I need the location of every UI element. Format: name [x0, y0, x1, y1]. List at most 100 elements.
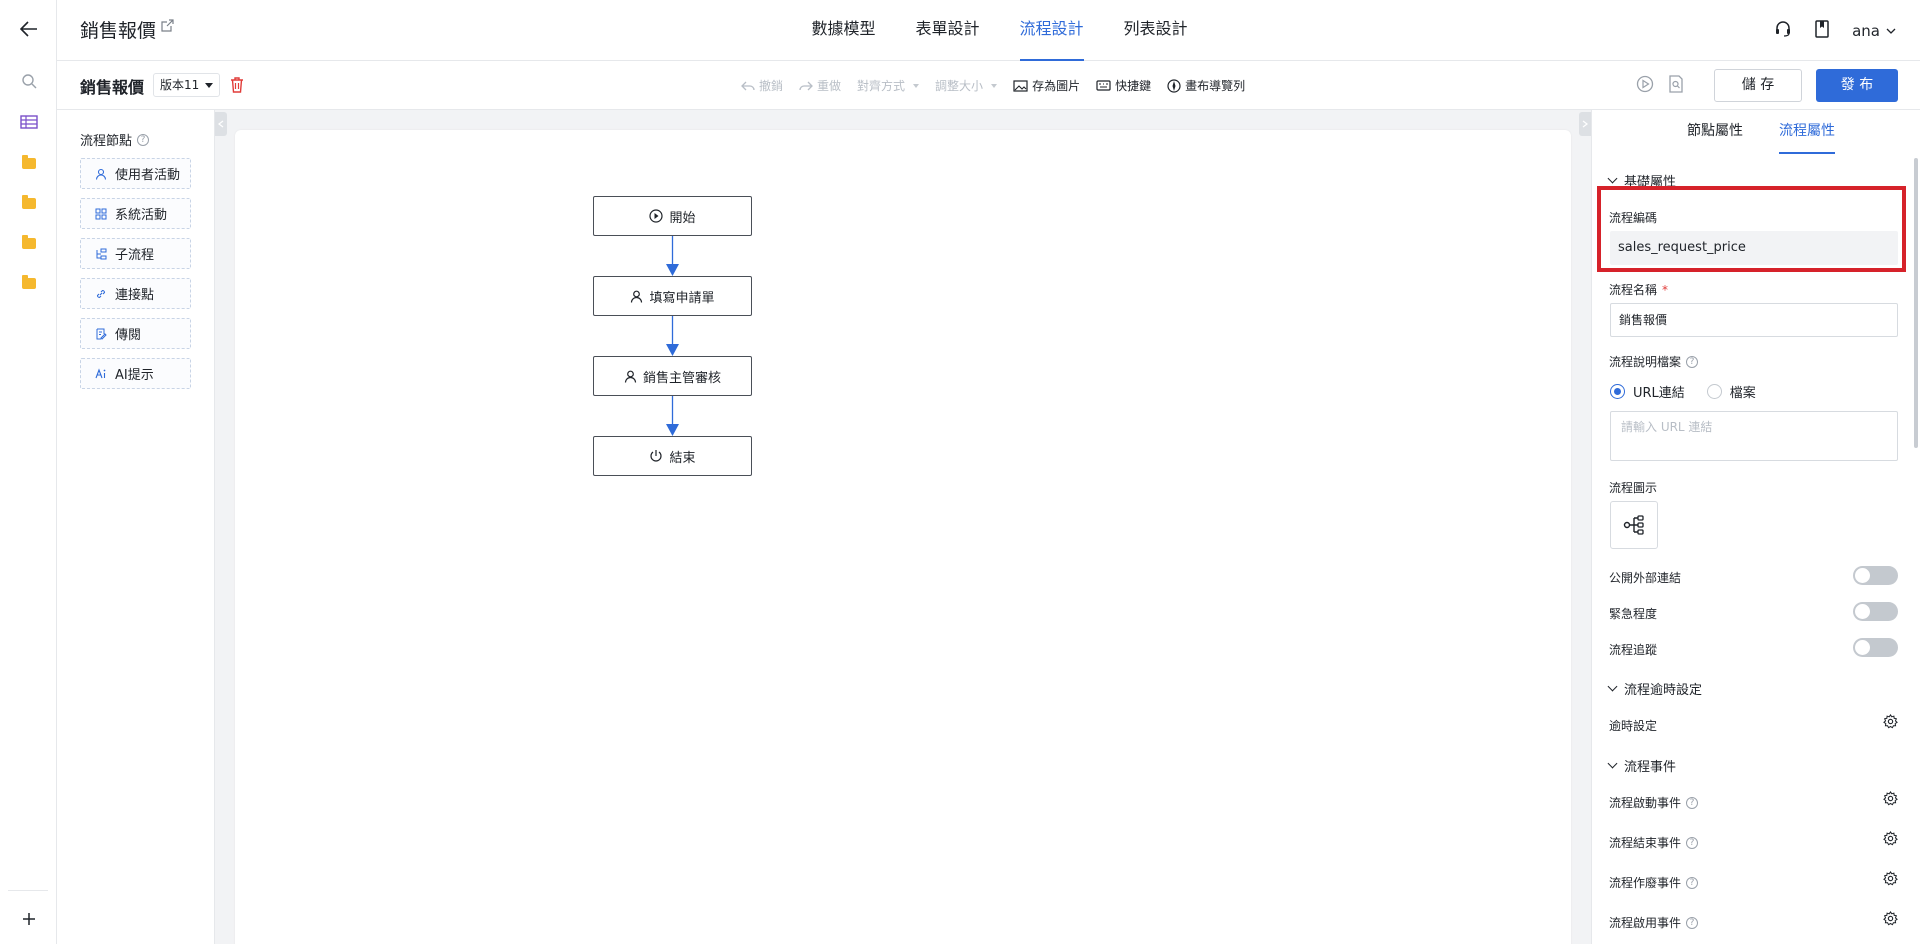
flow-arrowhead [666, 424, 679, 436]
help-icon[interactable]: ? [1686, 796, 1699, 809]
folder-icon[interactable] [18, 192, 40, 214]
help-icon[interactable]: ? [1686, 836, 1699, 849]
process-code-label: 流程編碼 [1609, 211, 1658, 225]
process-name-label-text: 流程名稱 [1609, 283, 1658, 297]
toggle-tracking[interactable] [1853, 638, 1898, 657]
undo-button[interactable]: 撤銷 [741, 77, 783, 94]
url-input[interactable]: 請輸入 URL 連結 [1610, 411, 1898, 461]
required-marker: * [1662, 282, 1669, 297]
toggle-public-link[interactable] [1853, 566, 1898, 585]
help-icon[interactable]: ? [1686, 916, 1699, 929]
toggle-urgency[interactable] [1853, 602, 1898, 621]
tab-process-properties[interactable]: 流程屬性 [1779, 110, 1835, 154]
flow-canvas[interactable]: 開始 填寫申請單 銷售主管審核 結束 [235, 130, 1571, 944]
user-menu[interactable]: ana [1852, 22, 1896, 40]
trash-icon[interactable] [230, 77, 244, 97]
help-icon[interactable]: ? [137, 133, 150, 146]
event-label-text: 流程啟用事件 [1609, 916, 1682, 930]
flow-arrowhead [666, 344, 679, 356]
publish-button[interactable]: 發 布 [1816, 69, 1898, 102]
toolbar-actions: 儲 存 發 布 [1636, 69, 1898, 102]
user-name: ana [1852, 21, 1880, 40]
palette-item-ai-prompt[interactable]: AI提示 [80, 358, 191, 389]
collapse-left-handle[interactable] [215, 112, 227, 136]
toggle-urgency-label: 緊急程度 [1609, 607, 1658, 621]
gear-icon[interactable] [1883, 910, 1898, 930]
palette-item-label: 使用者活動 [115, 168, 181, 183]
gear-icon[interactable] [1883, 870, 1898, 890]
folder-icon[interactable] [18, 152, 40, 174]
palette-item-system-activity[interactable]: 系統活動 [80, 198, 191, 229]
flow-node-start[interactable]: 開始 [593, 196, 752, 236]
process-name: 銷售報價 [80, 78, 145, 97]
left-rail [0, 0, 57, 944]
back-arrow-icon[interactable] [18, 18, 40, 40]
process-icon-picker[interactable] [1610, 501, 1658, 549]
radio-url[interactable] [1610, 384, 1625, 399]
radio-file[interactable] [1706, 384, 1722, 399]
version-select[interactable]: 版本11 [153, 73, 221, 97]
headset-support-icon[interactable] [1774, 20, 1792, 42]
tab-data-model[interactable]: 數據模型 [791, 0, 895, 61]
section-events[interactable]: 流程事件 [1607, 756, 1677, 775]
rail-divider [8, 890, 48, 891]
chevron-down-icon [1886, 28, 1896, 34]
caret-down-icon [205, 82, 214, 88]
palette-item-user-activity[interactable]: 使用者活動 [80, 158, 191, 189]
node-palette: 流程節點 ? 使用者活動 系統活動 子流程 連接點 傳閱 AI提示 [57, 110, 215, 944]
event-void-label: 流程作廢事件 ? [1609, 874, 1699, 891]
flow-node-manager-review[interactable]: 銷售主管審核 [593, 356, 752, 396]
collapse-right-handle[interactable] [1579, 112, 1591, 136]
folder-icon[interactable] [18, 232, 40, 254]
flow-node-end[interactable]: 結束 [593, 436, 752, 476]
process-name-input[interactable]: 銷售報價 [1610, 303, 1898, 337]
caret-down-icon [913, 83, 920, 88]
book-icon[interactable] [1814, 19, 1830, 42]
palette-item-label: 連接點 [115, 288, 155, 303]
gear-icon[interactable] [1883, 830, 1898, 850]
plus-icon[interactable] [18, 908, 40, 930]
table-list-icon[interactable] [18, 111, 40, 133]
help-icon[interactable]: ? [1686, 355, 1699, 368]
doc-search-icon[interactable] [1668, 74, 1684, 97]
event-enable-label: 流程啟用事件 ? [1609, 914, 1699, 931]
version-label: 版本11 [160, 78, 200, 92]
process-code-field[interactable]: sales_request_price [1610, 231, 1898, 265]
process-toolbar: 銷售報價 版本11 撤銷 重做 對齊方式 調整大小 存為圖片 快捷鍵 畫布導覽列… [57, 61, 1920, 110]
search-icon[interactable] [18, 70, 40, 92]
folder-icon[interactable] [18, 272, 40, 294]
section-title: 流程事件 [1624, 760, 1677, 775]
palette-item-connector[interactable]: 連接點 [80, 278, 191, 309]
section-title: 流程逾時設定 [1624, 683, 1703, 698]
palette-item-circulate[interactable]: 傳閱 [80, 318, 191, 349]
shortcuts-button[interactable]: 快捷鍵 [1096, 77, 1151, 94]
link-icon [96, 289, 106, 298]
tab-list-design[interactable]: 列表設計 [1104, 0, 1208, 61]
user-icon [631, 290, 643, 303]
flow-node-fill-request[interactable]: 填寫申請單 [593, 276, 752, 316]
save-image-button[interactable]: 存為圖片 [1013, 77, 1080, 94]
align-dropdown[interactable]: 對齊方式 [857, 77, 920, 94]
section-basic-properties[interactable]: 基礎屬性 [1607, 171, 1676, 190]
user-icon [624, 370, 637, 383]
external-link-icon[interactable] [161, 19, 174, 36]
resize-dropdown[interactable]: 調整大小 [935, 77, 998, 94]
tab-form-design[interactable]: 表單設計 [895, 0, 999, 61]
gear-icon[interactable] [1883, 790, 1898, 810]
panel-scrollbar[interactable] [1912, 154, 1920, 454]
palette-item-label: 系統活動 [115, 208, 168, 223]
palette-item-subflow[interactable]: 子流程 [80, 238, 191, 269]
redo-button[interactable]: 重做 [799, 77, 841, 94]
ai-icon [95, 367, 106, 378]
palette-item-label: AI提示 [115, 368, 154, 383]
canvas-nav-button[interactable]: 畫布導覽列 [1167, 77, 1245, 94]
toggle-public-link-label: 公開外部連結 [1609, 571, 1682, 585]
section-timeout[interactable]: 流程逾時設定 [1607, 679, 1703, 698]
gear-icon[interactable] [1883, 713, 1898, 733]
play-preview-icon[interactable] [1636, 75, 1654, 97]
tab-node-properties[interactable]: 節點屬性 [1687, 110, 1743, 154]
save-button[interactable]: 儲 存 [1714, 69, 1802, 102]
chevron-down-icon [1607, 758, 1618, 769]
tab-process-design[interactable]: 流程設計 [1000, 0, 1104, 61]
help-icon[interactable]: ? [1686, 876, 1699, 889]
